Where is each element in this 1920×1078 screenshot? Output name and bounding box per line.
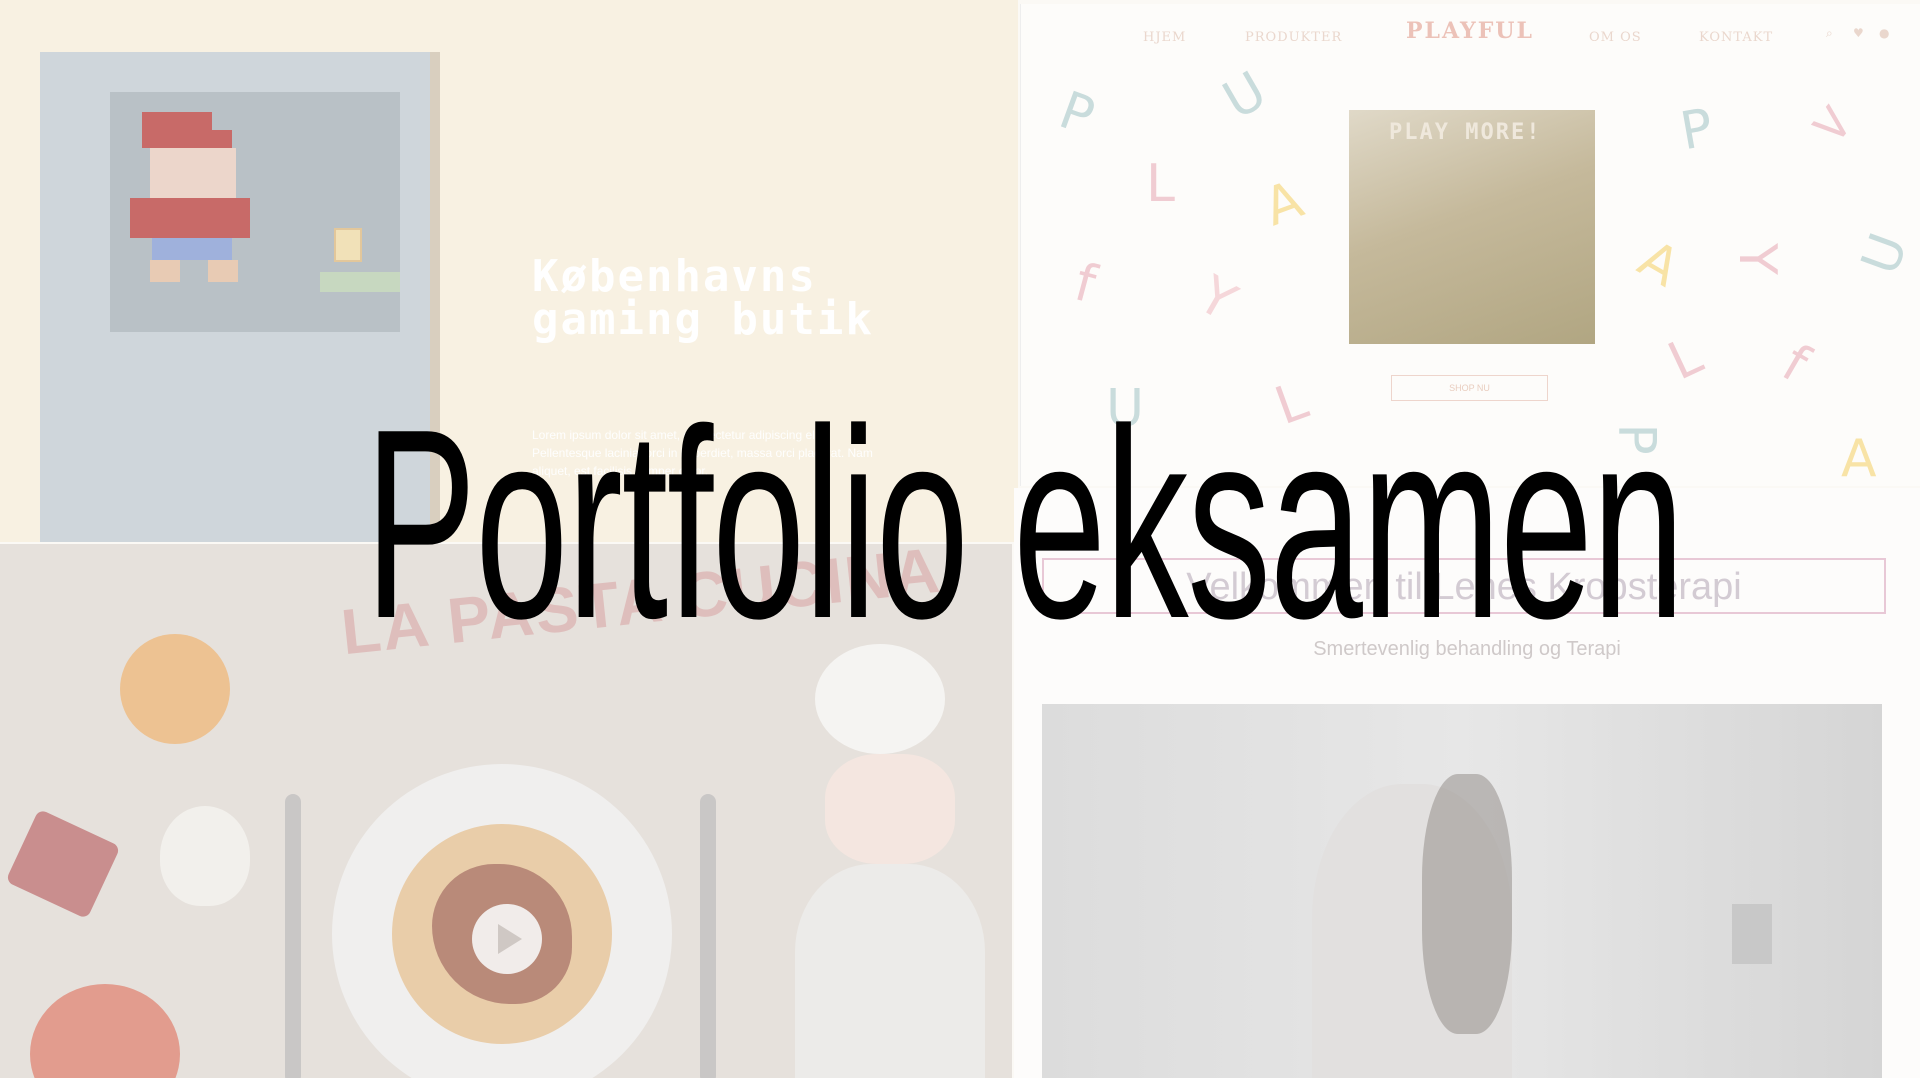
pasta	[392, 824, 612, 1044]
deco-letter: L	[1146, 154, 1175, 214]
gaming-headline: Københavns gaming butik	[532, 251, 874, 345]
garlic-illustration	[160, 806, 250, 906]
user-icon[interactable]: ●	[1879, 26, 1890, 40]
portfolio-title: Portfolio eksamen	[364, 374, 1685, 675]
knife-illustration	[700, 794, 716, 1078]
meat-illustration	[5, 808, 121, 920]
pasta-plate	[332, 764, 672, 1078]
deco-letter: Y	[1188, 265, 1246, 333]
therapist-photo	[1042, 704, 1882, 1078]
deco-letter: >	[1796, 87, 1869, 161]
tomato-illustration	[30, 984, 180, 1078]
fork-illustration	[285, 794, 301, 1078]
deco-letter: f	[1068, 252, 1102, 316]
nav-item-om-os[interactable]: OM OS	[1589, 30, 1642, 45]
deco-letter: U	[1850, 225, 1920, 283]
search-icon[interactable]: ⌕	[1826, 26, 1834, 41]
deco-letter: A	[1841, 429, 1877, 486]
nav-item-produkter[interactable]: PRODUKTER	[1245, 30, 1342, 45]
deco-letter: Y	[1726, 243, 1787, 275]
playful-logo[interactable]: PLAYFUL	[1406, 18, 1534, 44]
gameboy-screen	[110, 92, 400, 332]
onion-illustration	[120, 634, 230, 744]
meatball	[432, 864, 572, 1004]
deco-letter: A	[1256, 169, 1311, 239]
deco-letter: U	[1213, 60, 1277, 132]
hero-image: PLAY MORE!	[1349, 110, 1595, 344]
nav-item-hjem[interactable]: HJEM	[1143, 30, 1186, 45]
deco-letter: P	[1676, 97, 1718, 163]
chef-illustration	[785, 624, 995, 1078]
deco-letter: A	[1628, 229, 1690, 299]
heart-icon[interactable]: ♥	[1853, 26, 1865, 40]
deco-letter: f	[1772, 333, 1819, 395]
play-video-button[interactable]	[472, 904, 542, 974]
deco-letter: P	[1051, 80, 1102, 148]
nav-item-kontakt[interactable]: KONTAKT	[1699, 30, 1773, 45]
hero-text: PLAY MORE!	[1389, 120, 1542, 145]
